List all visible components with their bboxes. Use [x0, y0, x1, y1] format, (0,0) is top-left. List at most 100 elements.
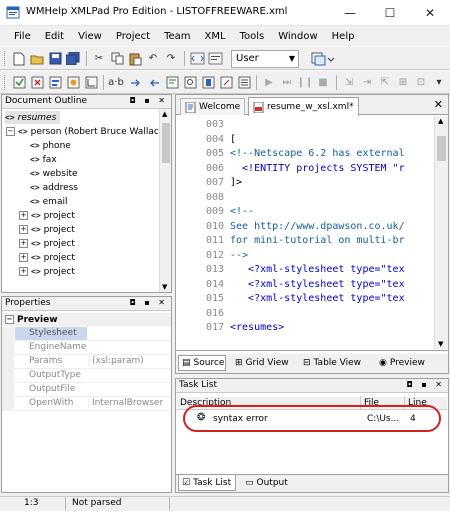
options-icon[interactable]: [236, 75, 252, 90]
tab-welcome[interactable]: Welcome: [180, 98, 246, 115]
expand-icon[interactable]: +: [19, 225, 28, 234]
collapse-icon[interactable]: −: [5, 315, 14, 324]
schema-icon[interactable]: [47, 75, 63, 90]
outline-scrollbar[interactable]: ▲ ▼: [159, 109, 171, 292]
tab-preview[interactable]: ◉ Preview: [376, 355, 425, 371]
toolbar-separator: [184, 51, 185, 66]
scrollbar-thumb[interactable]: [437, 136, 446, 161]
outdent-icon[interactable]: [146, 75, 162, 90]
tree-node[interactable]: + <> project: [19, 209, 75, 222]
property-row[interactable]: Params (xsl:param): [2, 355, 171, 369]
copy-icon[interactable]: [109, 51, 125, 66]
property-row[interactable]: OutputType: [2, 369, 171, 383]
tree-node[interactable]: <> address: [30, 181, 78, 194]
settings-icon[interactable]: [218, 75, 234, 90]
step-out-icon[interactable]: ⇱: [377, 75, 393, 90]
open-folder-icon[interactable]: [29, 51, 45, 66]
new-file-icon[interactable]: [11, 51, 27, 66]
tree-node[interactable]: + <> project: [19, 223, 75, 236]
tree-node[interactable]: <> email: [30, 195, 67, 208]
close-button[interactable]: ✕: [410, 0, 450, 26]
editor-vscrollbar[interactable]: ▲ ▼: [434, 116, 448, 349]
cut-icon[interactable]: ✂: [91, 51, 107, 66]
panel-buttons[interactable]: ◘ ▪ ✕: [129, 96, 168, 105]
property-row[interactable]: Stylesheet: [2, 327, 171, 341]
scroll-down-icon[interactable]: ▼: [162, 283, 167, 291]
tab-grid-view[interactable]: ⊞ Grid View: [232, 355, 289, 371]
tab-output[interactable]: ▭ Output: [242, 475, 288, 491]
redo-icon[interactable]: ↷: [163, 51, 179, 66]
step-into-icon[interactable]: ⇲: [341, 75, 357, 90]
property-value[interactable]: (xsl:param): [88, 356, 144, 366]
tree-node[interactable]: + <> project: [19, 265, 75, 278]
menu-help[interactable]: Help: [332, 31, 355, 42]
scroll-up-icon[interactable]: ▲: [438, 117, 443, 125]
property-row[interactable]: OutputFile: [2, 383, 171, 397]
save-icon[interactable]: [47, 51, 63, 66]
comment-icon[interactable]: [164, 75, 180, 90]
scroll-up-icon[interactable]: ▲: [162, 110, 167, 118]
tree-node[interactable]: + <> project: [19, 251, 75, 264]
menu-tools[interactable]: Tools: [240, 31, 265, 42]
validate-icon[interactable]: [11, 75, 27, 90]
step-over-icon[interactable]: ⇥: [359, 75, 375, 90]
debug-run-icon[interactable]: ▶: [261, 75, 277, 90]
tree-node[interactable]: <> fax: [30, 153, 57, 166]
tree-node[interactable]: − <> person (Robert Bruce Wallace: [6, 125, 164, 138]
panel-buttons[interactable]: ◘ ▪ ✕: [406, 380, 445, 389]
panel-buttons[interactable]: ◘ ▪ ✕: [129, 298, 168, 307]
menu-file[interactable]: File: [14, 31, 31, 42]
tab-task-list[interactable]: ☑ Task List: [178, 475, 236, 491]
menu-window[interactable]: Window: [278, 31, 317, 42]
expand-icon[interactable]: +: [19, 239, 28, 248]
watch-icon[interactable]: ⊞: [395, 75, 411, 90]
toolbar-grip[interactable]: [4, 75, 7, 90]
expand-icon[interactable]: +: [19, 211, 28, 220]
bookmark-icon[interactable]: [200, 75, 216, 90]
menu-team[interactable]: Team: [164, 31, 190, 42]
tree-node[interactable]: + <> project: [19, 237, 75, 250]
debug-step-icon[interactable]: ⏭: [279, 75, 295, 90]
debug-pause-icon[interactable]: ❙❙: [297, 75, 314, 90]
tab-resume[interactable]: resume_w_xsl.xml*: [248, 97, 359, 116]
breakpoint-icon[interactable]: ⊡: [413, 75, 429, 90]
paste-icon[interactable]: [127, 51, 143, 66]
minimize-button[interactable]: —: [330, 0, 370, 26]
expand-icon[interactable]: +: [19, 267, 28, 276]
xml-insert-icon[interactable]: [189, 51, 205, 66]
toolbar-overflow-icon[interactable]: ▾: [431, 75, 447, 90]
tab-table-view[interactable]: ⊟ Table View: [300, 355, 361, 371]
xml-tag-icon[interactable]: [207, 51, 223, 66]
toolbar-grip[interactable]: [4, 51, 7, 66]
scroll-down-icon[interactable]: ▼: [438, 340, 443, 348]
undo-icon[interactable]: ↶: [145, 51, 161, 66]
scrollbar-thumb[interactable]: [162, 123, 170, 163]
property-row[interactable]: OpenWith InternalBrowser: [2, 397, 171, 411]
save-all-icon[interactable]: [65, 51, 81, 66]
menu-edit[interactable]: Edit: [45, 31, 64, 42]
close-tab-icon[interactable]: ✕: [434, 98, 443, 111]
tree-node[interactable]: <> website: [30, 167, 78, 180]
xpath-icon[interactable]: [83, 75, 99, 90]
format-icon[interactable]: a·b: [108, 75, 124, 90]
collapse-icon[interactable]: −: [6, 127, 15, 136]
transform-icon[interactable]: [310, 51, 336, 66]
expand-icon[interactable]: +: [19, 253, 28, 262]
tree-node[interactable]: <> phone: [30, 139, 71, 152]
dtd-icon[interactable]: [65, 75, 81, 90]
menu-view[interactable]: View: [78, 31, 102, 42]
debug-stop-icon[interactable]: ■: [315, 75, 331, 90]
property-value[interactable]: InternalBrowser: [88, 398, 163, 408]
tab-source[interactable]: ▤ Source: [178, 355, 226, 371]
menu-project[interactable]: Project: [116, 31, 150, 42]
indent-icon[interactable]: [128, 75, 144, 90]
property-section[interactable]: − Preview: [2, 313, 171, 326]
find-icon[interactable]: [182, 75, 198, 90]
code-area[interactable]: 003 004 [005 <!--Netscape 6.2 has external 0…: [176, 117, 434, 349]
maximize-button[interactable]: ☐: [370, 0, 410, 26]
tree-node[interactable]: <> resumes: [5, 111, 61, 124]
user-combo[interactable]: User ▼: [231, 50, 299, 68]
property-row[interactable]: EngineName: [2, 341, 171, 355]
check-wellformed-icon[interactable]: [29, 75, 45, 90]
menu-xml[interactable]: XML: [205, 31, 226, 42]
